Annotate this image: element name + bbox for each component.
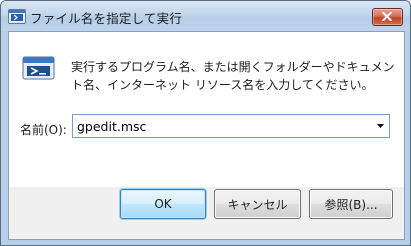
- chevron-down-icon: [377, 124, 384, 128]
- browse-button[interactable]: 参照(B)...: [309, 189, 393, 219]
- instruction-text: 実行するプログラム名、または開くフォルダーやドキュメント名、インターネット リソ…: [71, 60, 395, 92]
- browse-button-label: 参照(B)...: [324, 197, 378, 212]
- run-icon: [22, 56, 55, 80]
- cancel-button[interactable]: キャンセル: [214, 189, 301, 219]
- run-dialog-window: ファイル名を指定して実行 実行するプログラム名、または開くフォルダーやドキュメン…: [0, 0, 411, 246]
- title-bar[interactable]: ファイル名を指定して実行: [1, 1, 410, 31]
- ok-button[interactable]: OK: [120, 189, 206, 219]
- run-app-icon: [8, 9, 26, 24]
- window-title: ファイル名を指定して実行: [30, 11, 183, 26]
- ok-button-label: OK: [154, 197, 172, 211]
- open-field-label: 名前(O):: [20, 123, 67, 137]
- dialog-body: 実行するプログラム名、または開くフォルダーやドキュメント名、インターネット リソ…: [8, 31, 405, 240]
- cancel-button-label: キャンセル: [227, 197, 288, 212]
- open-combobox[interactable]: gpedit.msc: [72, 114, 390, 138]
- open-input[interactable]: gpedit.msc: [77, 119, 146, 134]
- content-area: 実行するプログラム名、または開くフォルダーやドキュメント名、インターネット リソ…: [9, 32, 404, 187]
- close-icon: [382, 12, 392, 21]
- close-button[interactable]: [372, 8, 403, 26]
- dropdown-button[interactable]: [372, 115, 389, 137]
